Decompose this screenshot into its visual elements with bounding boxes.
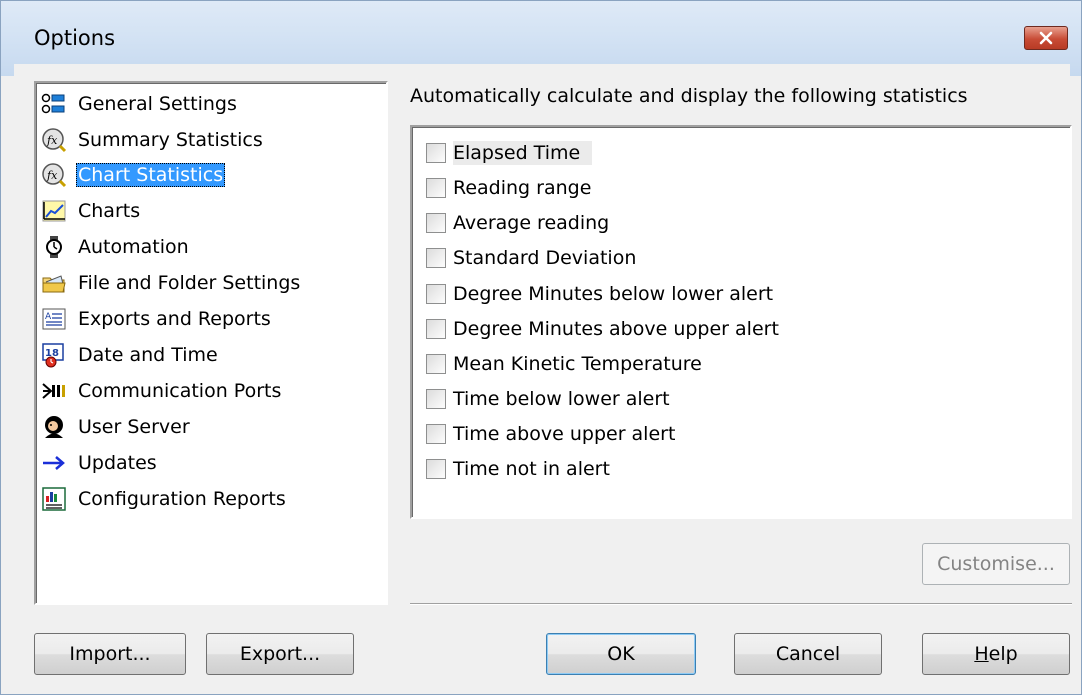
statistic-time-not-in-alert[interactable]: Time not in alert [426,452,613,486]
statistic-label: Standard Deviation [453,247,637,269]
automation-icon [40,233,68,261]
nav-item-communication-ports[interactable]: Communication Ports [40,374,283,408]
nav-label: Configuration Reports [78,488,286,510]
help-mnemonic: H [974,643,989,665]
communication-ports-icon [40,377,68,405]
import-button[interactable]: Import... [34,633,186,675]
statistic-label: Degree Minutes above upper alert [453,318,779,340]
close-icon [1039,31,1053,45]
nav-label: Date and Time [78,344,218,366]
nav-label: Automation [78,236,189,258]
checkbox[interactable] [426,213,446,233]
svg-text:fx: fx [46,169,58,182]
configuration-reports-icon [40,485,68,513]
window-title: Options [34,26,116,50]
statistic-standard-deviation[interactable]: Standard Deviation [426,241,639,275]
nav-label: General Settings [78,93,237,115]
nav-item-chart-statistics[interactable]: fx Chart Statistics [40,158,226,192]
updates-arrow-icon [40,449,68,477]
nav-item-file-and-folder-settings[interactable]: File and Folder Settings [40,266,302,300]
statistic-degree-minutes-below-lower-alert[interactable]: Degree Minutes below lower alert [426,277,776,311]
statistic-degree-minutes-above-upper-alert[interactable]: Degree Minutes above upper alert [426,312,782,346]
nav-item-summary-statistics[interactable]: fx Summary Statistics [40,123,265,157]
cancel-button[interactable]: Cancel [734,633,882,675]
checkbox[interactable] [426,284,446,304]
user-server-icon [40,413,68,441]
checkbox[interactable] [426,248,446,268]
nav-label: Chart Statistics [76,163,226,187]
checkbox[interactable] [426,319,446,339]
nav-label: Summary Statistics [78,129,263,151]
nav-item-user-server[interactable]: User Server [40,410,192,444]
statistics-heading: Automatically calculate and display the … [410,85,968,107]
statistic-label: Degree Minutes below lower alert [453,283,774,305]
date-time-icon: 18 [40,341,68,369]
separator [410,603,1072,605]
help-label-rest: elp [988,643,1018,665]
checkbox[interactable] [426,424,446,444]
nav-label: Charts [78,200,141,222]
checkbox[interactable] [426,459,446,479]
general-settings-icon [40,90,68,118]
nav-label: User Server [78,416,190,438]
statistic-label: Average reading [453,212,610,234]
nav-item-date-and-time[interactable]: 18 Date and Time [40,338,220,372]
nav-label: Communication Ports [78,380,282,402]
nav-item-automation[interactable]: Automation [40,230,191,264]
summary-statistics-icon: fx [40,126,68,154]
statistic-time-below-lower-alert[interactable]: Time below lower alert [426,382,673,416]
statistic-label: Mean Kinetic Temperature [453,353,702,375]
folder-icon [40,269,68,297]
statistic-label: Time above upper alert [453,423,676,445]
chart-statistics-icon: fx [40,161,68,189]
checkbox[interactable] [426,389,446,409]
exports-reports-icon: A [40,305,68,333]
checkbox[interactable] [426,178,446,198]
statistic-reading-range[interactable]: Reading range [426,171,594,205]
nav-item-exports-and-reports[interactable]: A Exports and Reports [40,302,273,336]
nav-item-general-settings[interactable]: General Settings [40,87,239,121]
nav-item-updates[interactable]: Updates [40,446,159,480]
statistic-time-above-upper-alert[interactable]: Time above upper alert [426,417,678,451]
charts-icon [40,197,68,225]
statistic-label: Reading range [453,177,592,199]
statistic-label: Elapsed Time [453,141,593,165]
svg-text:A: A [45,312,52,322]
export-button[interactable]: Export... [206,633,354,675]
help-button[interactable]: Help [922,633,1070,675]
svg-text:fx: fx [46,134,58,147]
statistic-average-reading[interactable]: Average reading [426,206,612,240]
statistic-elapsed-time[interactable]: Elapsed Time [426,136,593,170]
checkbox[interactable] [426,354,446,374]
options-category-list[interactable]: General Settings fx Summary Statistics f… [34,81,388,605]
nav-item-configuration-reports[interactable]: Configuration Reports [40,482,288,516]
checkbox[interactable] [426,143,446,163]
customise-button[interactable]: Customise... [922,543,1070,585]
nav-item-charts[interactable]: Charts [40,194,142,228]
statistic-label: Time not in alert [453,458,610,480]
ok-button[interactable]: OK [546,633,696,675]
statistic-mean-kinetic-temperature[interactable]: Mean Kinetic Temperature [426,347,705,381]
close-button[interactable] [1024,26,1068,50]
help-label: Help [974,643,1017,665]
statistics-checklist[interactable]: Elapsed Time Reading range Average readi… [410,125,1072,519]
nav-label: File and Folder Settings [78,272,301,294]
nav-label: Updates [78,452,157,474]
statistic-label: Time below lower alert [453,388,670,410]
nav-label: Exports and Reports [78,308,271,330]
